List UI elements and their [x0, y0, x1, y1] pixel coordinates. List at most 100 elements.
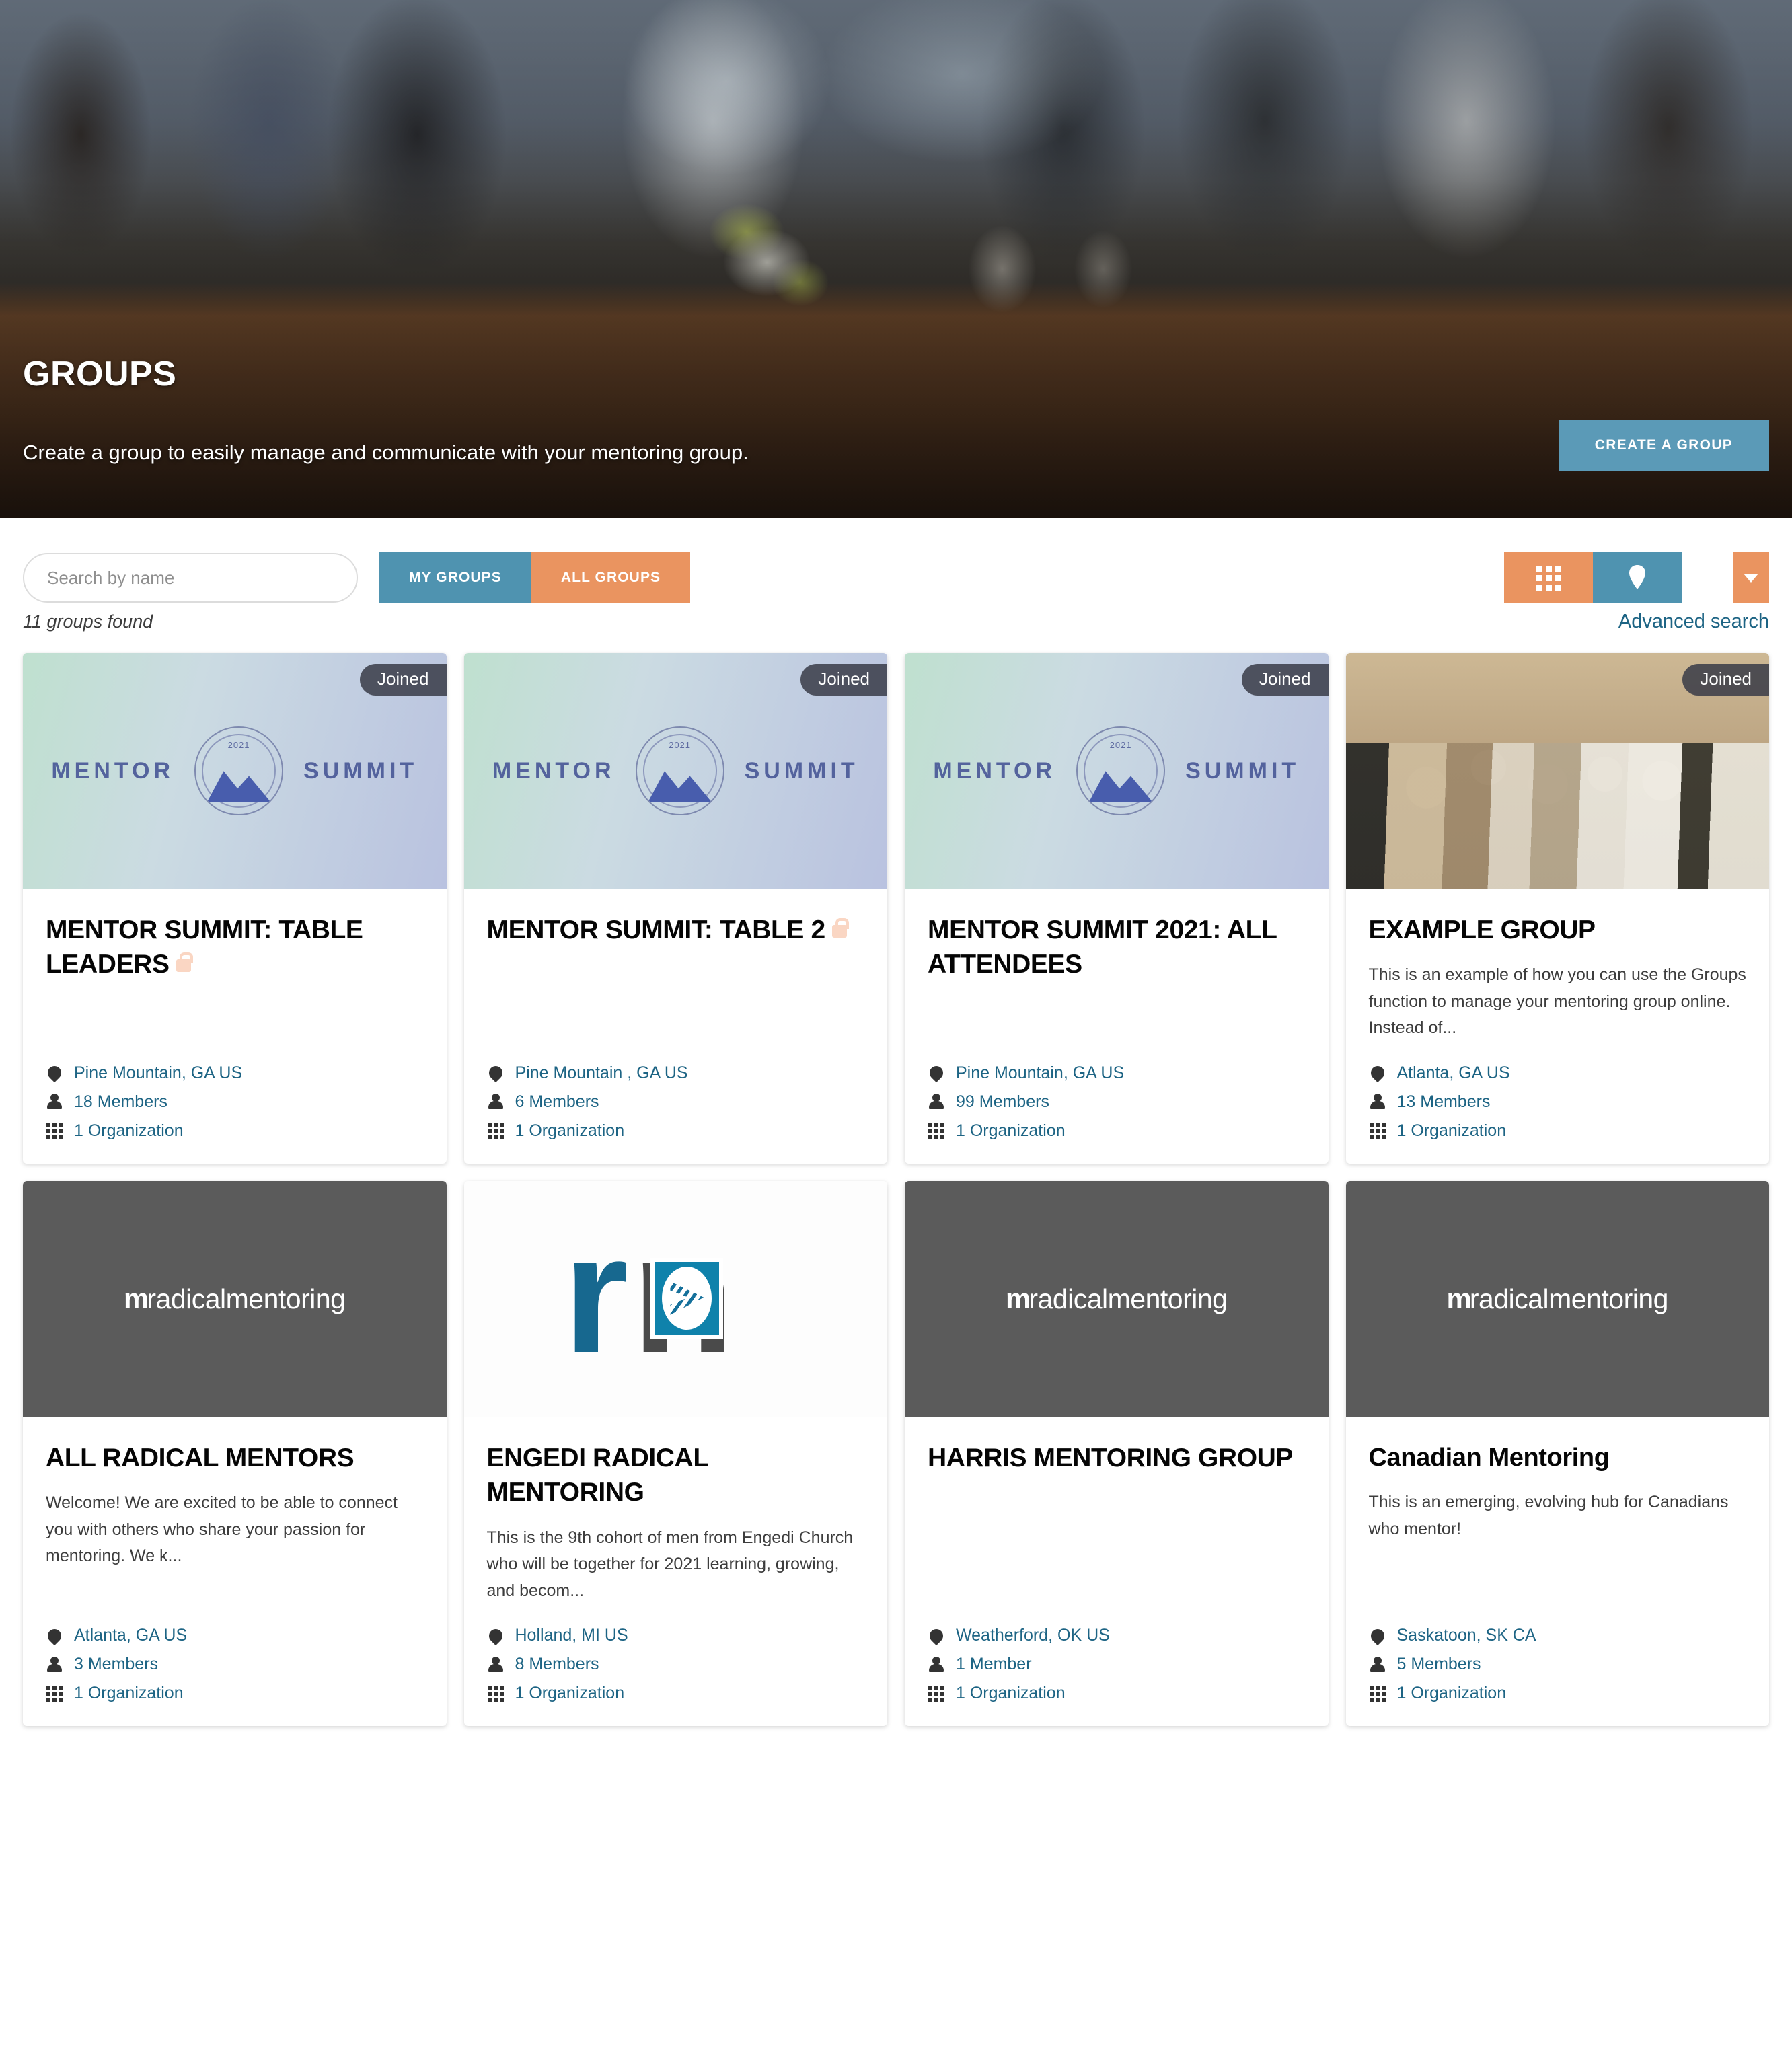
card-location[interactable]: Pine Mountain, GA US: [926, 1063, 1306, 1083]
person-icon: [46, 1094, 63, 1110]
card-members[interactable]: 6 Members: [487, 1092, 865, 1112]
card-meta: Pine Mountain, GA US 18 Members 1 Organi…: [44, 1042, 424, 1141]
card-organizations[interactable]: 1 Organization: [46, 1684, 424, 1703]
card-title: MENTOR SUMMIT: TABLE 2: [487, 913, 865, 947]
card-meta: Atlanta, GA US 13 Members 1 Organization: [1368, 1042, 1747, 1141]
card-description: Welcome! We are excited to be able to co…: [46, 1493, 398, 1566]
card-title: ENGEDI RADICAL MENTORING: [486, 1443, 709, 1507]
rm-ligature: m: [1446, 1282, 1472, 1314]
tab-my-groups[interactable]: MY GROUPS: [379, 552, 531, 603]
rm-ligature-r: r: [563, 1199, 628, 1388]
card-organizations[interactable]: 1 Organization: [487, 1121, 865, 1141]
card-title: ALL RADICAL MENTORS: [46, 1443, 354, 1472]
summit-logo-left-word: MENTOR: [492, 757, 615, 784]
grid-icon: [1369, 1123, 1386, 1139]
view-map-button[interactable]: [1593, 552, 1682, 603]
search-input[interactable]: [23, 553, 358, 603]
summit-logo-right-word: SUMMIT: [303, 757, 418, 784]
card-body: HARRIS MENTORING GROUP Weatherford, OK U…: [905, 1417, 1329, 1726]
view-mode-toggle: [1504, 552, 1682, 603]
map-pin-icon: [1368, 1063, 1387, 1083]
card-members[interactable]: 18 Members: [46, 1092, 424, 1112]
card-body: EXAMPLE GROUP This is an example of how …: [1346, 889, 1770, 1164]
hero-banner: GROUPS Create a group to easily manage a…: [0, 0, 1792, 518]
card-location[interactable]: Pine Mountain , GA US: [486, 1063, 865, 1083]
summit-logo-year: 2021: [1109, 740, 1132, 750]
card-location[interactable]: Atlanta, GA US: [44, 1626, 424, 1646]
group-card[interactable]: m radicalmentoring Canadian Mentoring Thi…: [1345, 1180, 1770, 1727]
summit-logo-right-word: SUMMIT: [1185, 757, 1300, 784]
rm-ligature: m: [124, 1282, 149, 1314]
card-title: HARRIS MENTORING GROUP: [928, 1443, 1294, 1472]
card-location[interactable]: Atlanta, GA US: [1368, 1063, 1747, 1083]
results-bar: 11 groups found Advanced search: [0, 605, 1792, 633]
advanced-search-link[interactable]: Advanced search: [1618, 611, 1769, 633]
card-meta: Atlanta, GA US 3 Members 1 Organization: [44, 1604, 424, 1703]
grid-icon: [46, 1123, 63, 1139]
mountain-badge-icon: 2021: [635, 726, 724, 815]
card-members[interactable]: 3 Members: [46, 1655, 424, 1674]
card-organizations[interactable]: 1 Organization: [487, 1684, 865, 1703]
group-card[interactable]: m radicalmentoring HARRIS MENTORING GROUP…: [905, 1180, 1329, 1727]
radicalmentoring-logo: m radicalmentoring: [124, 1282, 346, 1315]
card-body: MENTOR SUMMIT 2021: ALL ATTENDEES Pine M…: [905, 889, 1329, 1164]
person-icon: [928, 1094, 945, 1110]
view-grid-button[interactable]: [1504, 552, 1593, 603]
card-organizations[interactable]: 1 Organization: [928, 1121, 1306, 1141]
mentor-summit-logo: MENTOR 2021 SUMMIT: [933, 726, 1300, 815]
card-members[interactable]: 5 Members: [1369, 1655, 1747, 1674]
card-organizations[interactable]: 1 Organization: [1369, 1121, 1747, 1141]
sort-dropdown-button[interactable]: [1733, 552, 1769, 603]
summit-logo-left-word: MENTOR: [51, 757, 175, 784]
card-body: ENGEDI RADICAL MENTORING This is the 9th…: [464, 1417, 888, 1726]
person-icon: [928, 1656, 945, 1673]
card-media: m radicalmentoring: [1345, 1180, 1769, 1417]
card-members[interactable]: 1 Member: [928, 1655, 1306, 1674]
group-card[interactable]: r n ENGEDI RADICAL MENTORING This is the…: [463, 1180, 888, 1727]
hero-subtitle-row: Create a group to easily manage and comm…: [23, 420, 1769, 486]
mountain-badge-icon: 2021: [1076, 726, 1166, 815]
card-members[interactable]: 99 Members: [928, 1092, 1306, 1112]
create-a-group-button[interactable]: CREATE A GROUP: [1558, 420, 1769, 471]
grid-icon: [1536, 565, 1561, 591]
card-body: ALL RADICAL MENTORS Welcome! We are exci…: [23, 1417, 447, 1726]
grid-icon: [46, 1685, 63, 1702]
status-badge: Joined: [1241, 664, 1329, 696]
rm-ligature: m: [1006, 1282, 1031, 1314]
card-meta: Holland, MI US 8 Members 1 Organization: [486, 1604, 865, 1703]
controls-bar: MY GROUPS ALL GROUPS: [0, 518, 1792, 605]
map-pin-icon: [44, 1626, 65, 1646]
card-organizations[interactable]: 1 Organization: [1369, 1684, 1747, 1703]
map-pin-icon: [1627, 564, 1647, 592]
person-icon: [46, 1656, 63, 1673]
card-description: This is an example of how you can use th…: [1368, 965, 1746, 1038]
grid-icon: [928, 1123, 945, 1139]
map-pin-icon: [486, 1626, 505, 1646]
card-organizations[interactable]: 1 Organization: [928, 1684, 1306, 1703]
card-location[interactable]: Saskatoon, SK CA: [1368, 1626, 1747, 1646]
person-icon: [1369, 1656, 1386, 1673]
card-media: MENTOR 2021 SUMMIT Joined: [463, 653, 887, 889]
person-icon: [1369, 1094, 1386, 1110]
card-organizations[interactable]: 1 Organization: [46, 1121, 424, 1141]
card-media: Joined: [1345, 653, 1769, 889]
card-members[interactable]: 8 Members: [487, 1655, 865, 1674]
group-card[interactable]: MENTOR 2021 SUMMIT Joined MENTOR SUMMIT:…: [463, 653, 888, 1164]
card-media: MENTOR 2021 SUMMIT Joined: [23, 653, 447, 889]
group-card[interactable]: m radicalmentoring ALL RADICAL MENTORS We…: [23, 1180, 447, 1727]
chevron-down-icon: [1744, 573, 1758, 583]
card-body: Canadian Mentoring This is an emerging, …: [1346, 1417, 1770, 1726]
card-location[interactable]: Holland, MI US: [486, 1626, 865, 1646]
tab-all-groups[interactable]: ALL GROUPS: [531, 552, 691, 603]
card-members[interactable]: 13 Members: [1369, 1092, 1747, 1112]
card-description: This is an emerging, evolving hub for Ca…: [1368, 1493, 1729, 1538]
lock-icon: [831, 918, 849, 938]
card-title: MENTOR SUMMIT 2021: ALL ATTENDEES: [928, 915, 1277, 979]
card-location[interactable]: Weatherford, OK US: [926, 1626, 1306, 1646]
card-body: MENTOR SUMMIT: TABLE 2 Pine Mountain , G…: [464, 889, 888, 1164]
card-location[interactable]: Pine Mountain, GA US: [44, 1063, 424, 1083]
group-card[interactable]: MENTOR 2021 SUMMIT Joined MENTOR SUMMIT:…: [23, 653, 447, 1164]
group-card[interactable]: Joined EXAMPLE GROUP This is an example …: [1345, 653, 1770, 1164]
rm-wordmark-text: radicalmentoring: [147, 1283, 346, 1314]
group-card[interactable]: MENTOR 2021 SUMMIT Joined MENTOR SUMMIT …: [905, 653, 1329, 1164]
